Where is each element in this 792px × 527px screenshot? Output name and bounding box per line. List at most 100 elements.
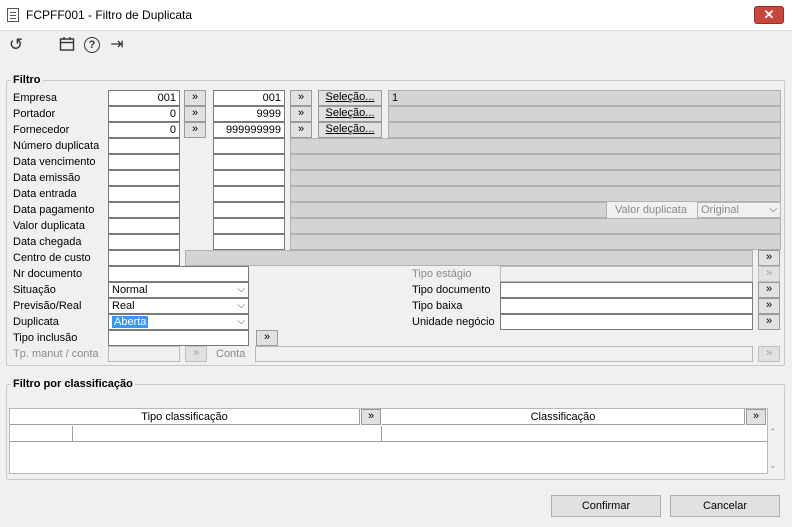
data-pagamento-descricao — [290, 202, 607, 218]
conta-search-button: » — [758, 346, 780, 362]
data-vencimento-ate-input[interactable] — [213, 154, 285, 170]
label-data-pagamento: Data pagamento — [13, 204, 95, 216]
tipo-estagio-search-button: » — [758, 266, 780, 282]
label-valor-duplicata: Valor duplicata — [13, 220, 85, 232]
centro-custo-search-button[interactable]: » — [758, 250, 780, 266]
tipo-documento-search-button[interactable]: » — [758, 282, 780, 298]
data-chegada-ate-input[interactable] — [213, 234, 285, 250]
label-unidade-negocio: Unidade negócio — [412, 316, 495, 328]
title-bar: FCPFF001 - Filtro de Duplicata ✕ — [0, 0, 792, 31]
empresa-ate-input[interactable]: 001 — [213, 90, 285, 106]
classificacao-search-button[interactable]: » — [746, 409, 766, 425]
label-centro-custo: Centro de custo — [13, 252, 91, 264]
tipo-inclusao-search-button[interactable]: » — [256, 330, 278, 346]
data-vencimento-descricao — [290, 154, 781, 170]
confirmar-button[interactable]: Confirmar — [551, 495, 661, 517]
data-pagamento-ate-input[interactable] — [213, 202, 285, 218]
label-data-entrada: Data entrada — [13, 188, 77, 200]
label-numero-duplicata: Número duplicata — [13, 140, 100, 152]
column-header-classificacao[interactable]: Classificação — [382, 409, 745, 425]
column-header-tipo-classificacao[interactable]: Tipo classificação — [10, 409, 360, 425]
label-tipo-baixa: Tipo baixa — [412, 300, 463, 312]
valor-duplicata-descricao — [290, 218, 781, 234]
app-icon — [7, 8, 19, 22]
label-data-chegada: Data chegada — [13, 236, 82, 248]
exit-icon[interactable]: ⇥ — [108, 36, 126, 54]
portador-de-input[interactable]: 0 — [108, 106, 180, 122]
grid-scrollbar[interactable]: ⌃ ⌄ — [767, 426, 780, 474]
chevron-down-icon: ⌵ — [237, 316, 245, 327]
tipo-estagio-input — [500, 266, 753, 282]
label-tp-manut-conta: Tp. manut / conta — [13, 348, 99, 360]
empresa-de-input[interactable]: 001 — [108, 90, 180, 106]
data-entrada-ate-input[interactable] — [213, 186, 285, 202]
portador-de-search-button[interactable]: » — [184, 106, 206, 122]
previsao-real-select[interactable]: Real ⌵ — [108, 298, 249, 314]
duplicata-select[interactable]: Aberta ⌵ — [108, 314, 249, 330]
numero-duplicata-de-input[interactable] — [108, 138, 180, 154]
tipo-baixa-input[interactable] — [500, 298, 753, 314]
label-fornecedor: Fornecedor — [13, 124, 70, 136]
portador-ate-input[interactable]: 9999 — [213, 106, 285, 122]
fornecedor-de-search-button[interactable]: » — [184, 122, 206, 138]
table-cell[interactable] — [73, 426, 382, 442]
tipo-inclusao-input[interactable] — [108, 330, 249, 346]
fornecedor-selecao-button[interactable]: Seleção... — [318, 122, 382, 138]
centro-custo-input[interactable] — [108, 250, 180, 266]
data-emissao-descricao — [290, 170, 781, 186]
window-title: FCPFF001 - Filtro de Duplicata — [26, 8, 193, 22]
centro-custo-descricao — [185, 250, 753, 266]
table-row[interactable] — [10, 426, 767, 442]
fornecedor-de-input[interactable]: 0 — [108, 122, 180, 138]
chevron-down-icon: ⌵ — [237, 300, 245, 311]
data-pagamento-de-input[interactable] — [108, 202, 180, 218]
label-empresa: Empresa — [13, 92, 58, 104]
tipo-baixa-search-button[interactable]: » — [758, 298, 780, 314]
classificacao-legend: Filtro por classificação — [11, 378, 135, 390]
data-emissao-ate-input[interactable] — [213, 170, 285, 186]
valor-duplicata-tipo-select[interactable]: Original ⌵ — [697, 202, 781, 218]
label-situacao: Situação — [13, 284, 56, 296]
data-chegada-descricao — [290, 234, 781, 250]
label-portador: Portador — [13, 108, 56, 120]
conta-input — [255, 346, 753, 362]
label-duplicata: Duplicata — [13, 316, 59, 328]
portador-ate-search-button[interactable]: » — [290, 106, 312, 122]
numero-duplicata-ate-input[interactable] — [213, 138, 285, 154]
tipo-documento-input[interactable] — [500, 282, 753, 298]
fornecedor-ate-search-button[interactable]: » — [290, 122, 312, 138]
table-cell[interactable] — [382, 426, 767, 442]
scroll-down-icon[interactable]: ⌄ — [769, 460, 777, 471]
scroll-up-icon[interactable]: ⌃ — [769, 427, 777, 438]
cancelar-button[interactable]: Cancelar — [670, 495, 780, 517]
data-vencimento-de-input[interactable] — [108, 154, 180, 170]
unidade-negocio-input[interactable] — [500, 314, 753, 330]
table-cell[interactable] — [10, 426, 73, 442]
unidade-negocio-search-button[interactable]: » — [758, 314, 780, 330]
valor-duplicata-ate-input[interactable] — [213, 218, 285, 234]
help-icon[interactable]: ? — [83, 36, 101, 54]
data-entrada-descricao — [290, 186, 781, 202]
empresa-ate-search-button[interactable]: » — [290, 90, 312, 106]
close-button[interactable]: ✕ — [754, 6, 784, 24]
empresa-de-search-button[interactable]: » — [184, 90, 206, 106]
portador-selecao-button[interactable]: Seleção... — [318, 106, 382, 122]
data-emissao-de-input[interactable] — [108, 170, 180, 186]
tipo-classificacao-search-button[interactable]: » — [361, 409, 381, 425]
valor-duplicata-de-input[interactable] — [108, 218, 180, 234]
filtro-legend: Filtro — [11, 74, 43, 86]
chevron-down-icon: ⌵ — [769, 204, 777, 215]
portador-descricao — [388, 106, 781, 122]
empresa-selecao-button[interactable]: Seleção... — [318, 90, 382, 106]
data-entrada-de-input[interactable] — [108, 186, 180, 202]
situacao-select[interactable]: Normal ⌵ — [108, 282, 249, 298]
label-tipo-inclusao: Tipo inclusão — [13, 332, 78, 344]
numero-duplicata-descricao — [290, 138, 781, 154]
undo-icon[interactable]: ↺ — [7, 36, 25, 54]
fornecedor-ate-input[interactable]: 999999999 — [213, 122, 285, 138]
nr-documento-input[interactable] — [108, 266, 249, 282]
empresa-descricao: 1 — [388, 90, 781, 106]
calendar-icon[interactable] — [58, 36, 76, 54]
chevron-down-icon: ⌵ — [237, 284, 245, 295]
data-chegada-de-input[interactable] — [108, 234, 180, 250]
